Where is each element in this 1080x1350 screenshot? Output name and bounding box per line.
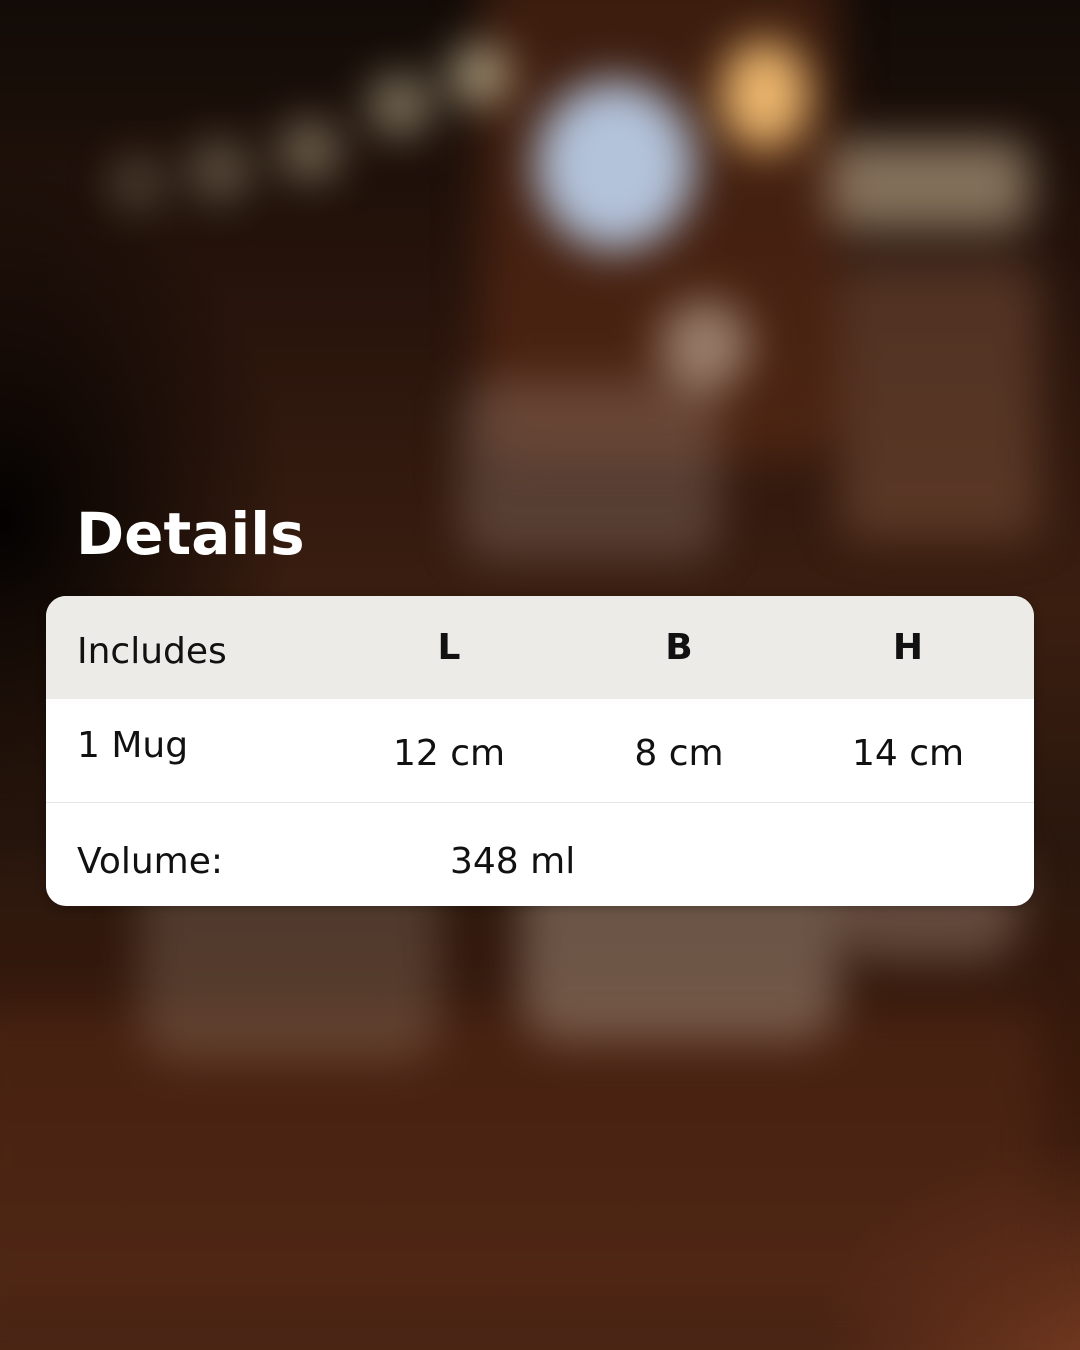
volume-label: Volume:: [77, 841, 224, 882]
details-title: Details: [76, 500, 305, 568]
item-name: 1 Mug: [77, 725, 189, 766]
header-includes: Includes: [77, 631, 227, 672]
item-height: 14 cm: [851, 733, 965, 774]
header-length: L: [437, 627, 461, 668]
volume-value: 348 ml: [450, 841, 576, 882]
details-table: Includes L B H 1 Mug 12 cm 8 cm 14 cm Vo…: [46, 596, 1034, 906]
table-row: 1 Mug 12 cm 8 cm 14 cm: [46, 699, 1034, 803]
item-length: 12 cm: [392, 733, 506, 774]
header-height: H: [892, 627, 924, 668]
header-breadth: B: [665, 627, 693, 668]
table-header-row: Includes L B H: [46, 596, 1034, 699]
item-breadth: 8 cm: [634, 733, 724, 774]
volume-row: Volume: 348 ml: [46, 803, 1034, 906]
